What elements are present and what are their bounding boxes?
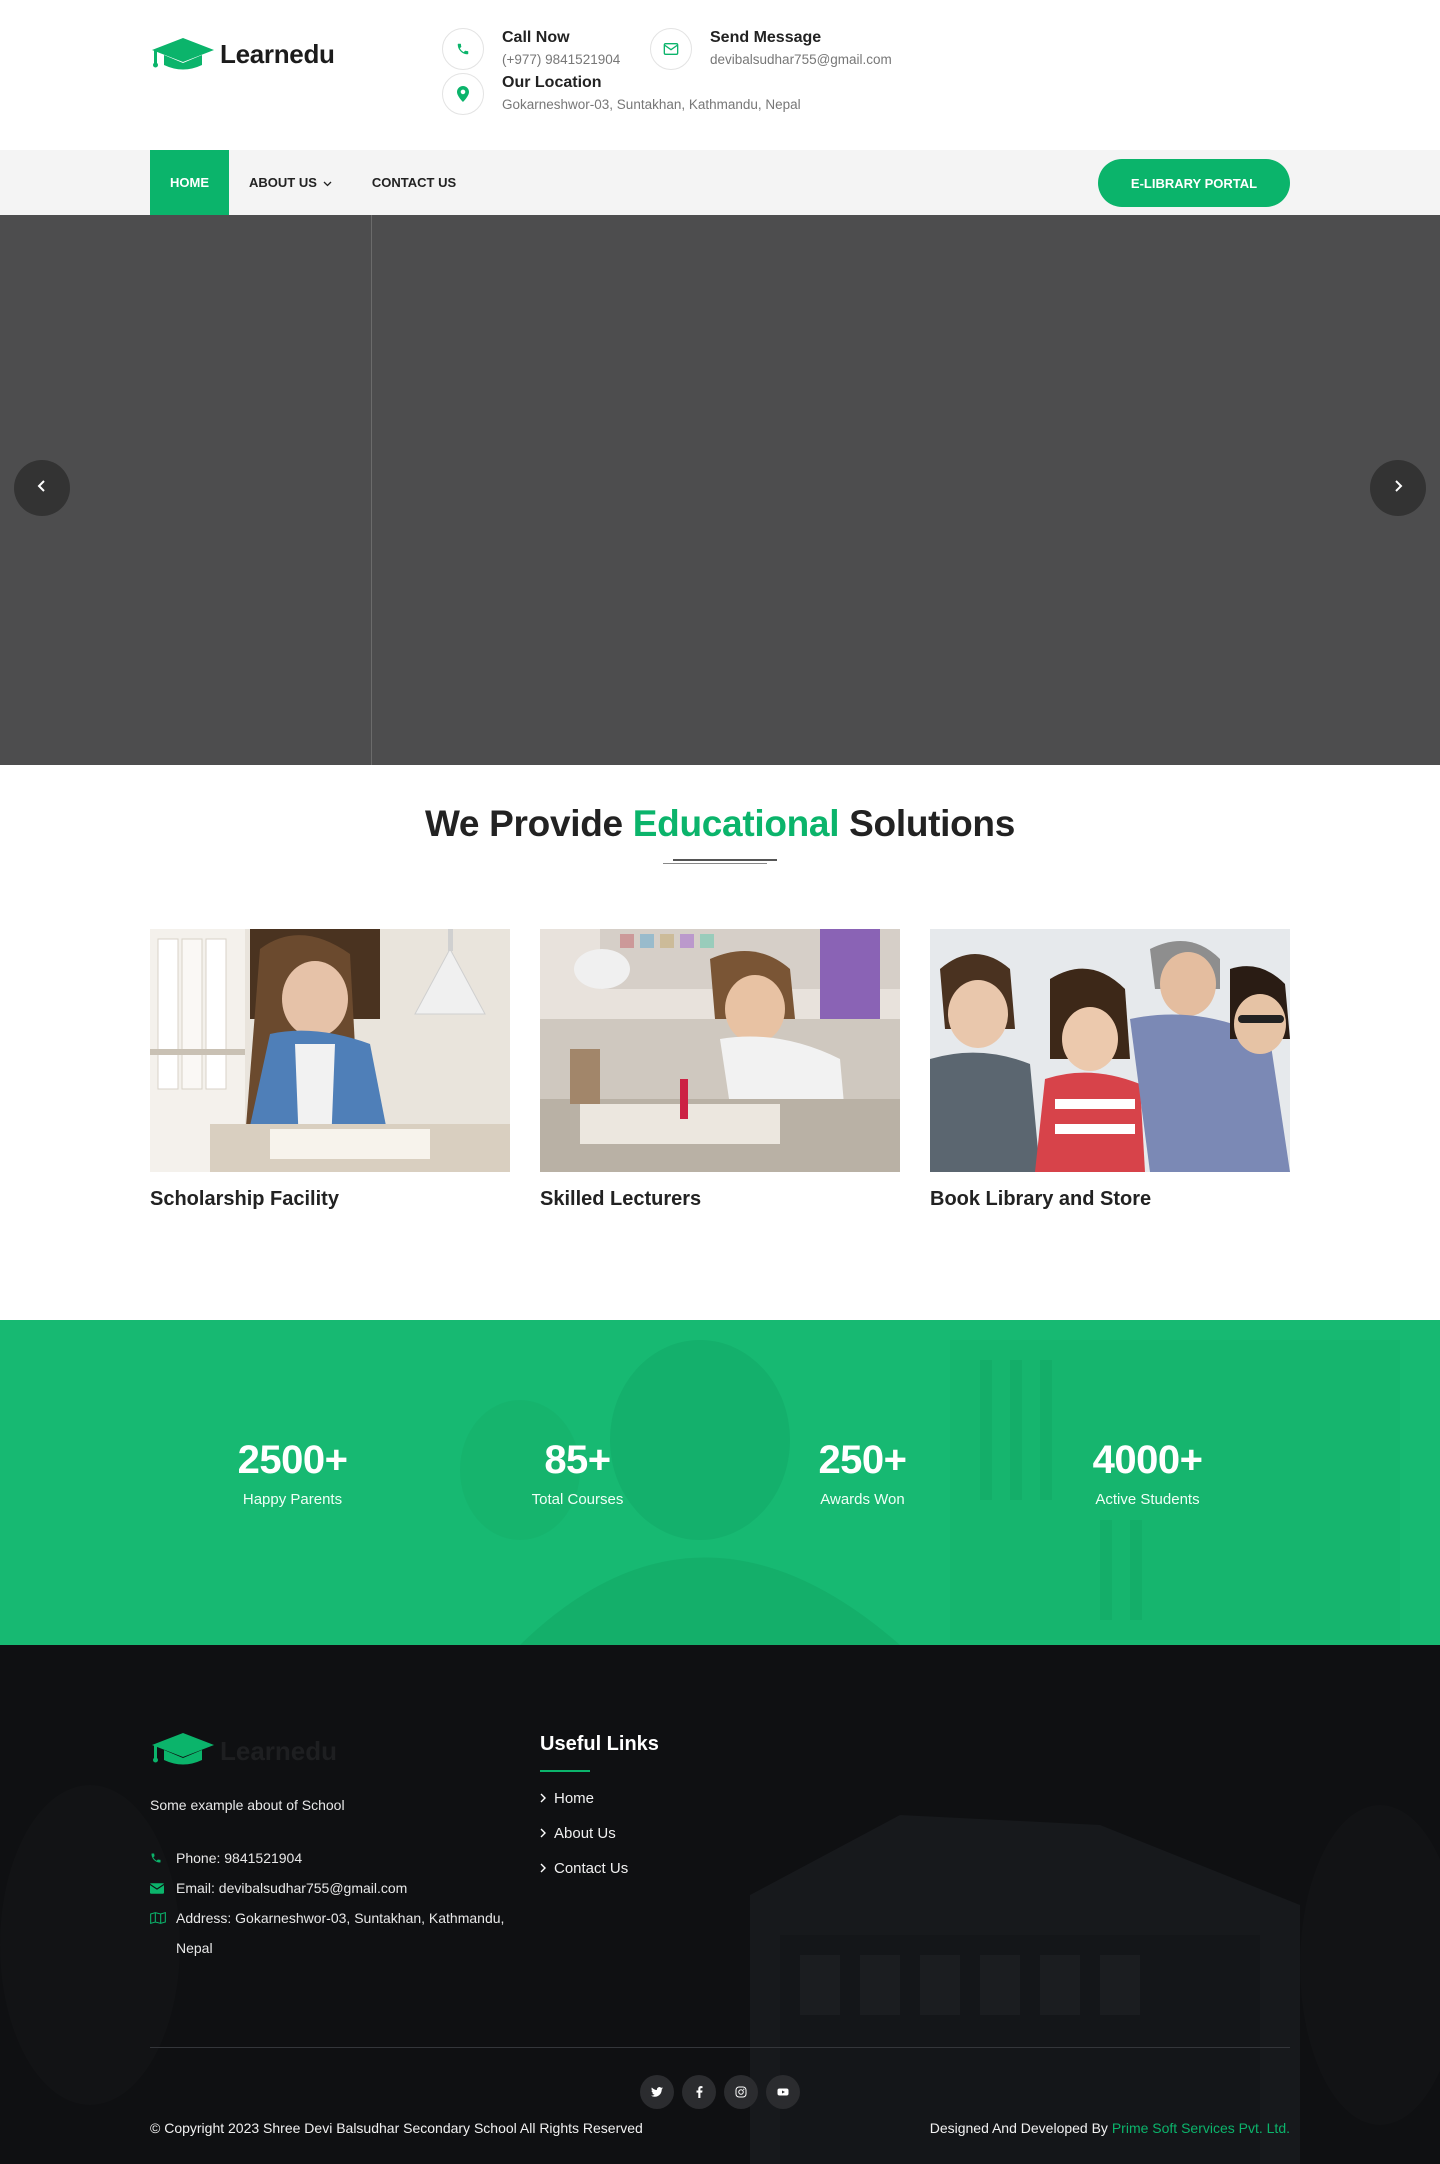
nav-home[interactable]: HOME	[150, 150, 229, 215]
graduation-cap-icon	[150, 1731, 216, 1772]
footer-link-label: Contact Us	[554, 1860, 629, 1877]
counter-number: 2500+	[237, 1438, 348, 1482]
slider-next-button[interactable]	[1370, 460, 1426, 516]
nav-contact-us[interactable]: CONTACT US	[352, 150, 476, 215]
counter-number: 250+	[818, 1438, 907, 1482]
instagram-icon[interactable]	[724, 2075, 758, 2109]
footer-link-label: About Us	[554, 1825, 616, 1842]
counter-active-students: 4000+ Active Students	[1005, 1438, 1290, 1508]
footer-address: Address: Gokarneshwor-03, Suntakhan, Kat…	[150, 1903, 520, 1963]
footer-address-text: Address: Gokarneshwor-03, Suntakhan, Kat…	[176, 1910, 505, 1956]
footer-divider	[150, 2047, 1290, 2048]
counter-label: Active Students	[1095, 1491, 1200, 1508]
copyright-text: © Copyright 2023 Shree Devi Balsudhar Se…	[150, 2120, 643, 2136]
card-title[interactable]: Book Library and Store	[930, 1188, 1290, 1211]
phone-icon	[150, 1843, 172, 1873]
e-library-portal-button[interactable]: E-LIBRARY PORTAL	[1098, 159, 1290, 207]
footer-contact-list: Phone: 9841521904 Email: devibalsudhar75…	[150, 1843, 520, 1963]
useful-links: Useful Links Home About Us Contact Us	[540, 1733, 659, 1877]
footer-logo[interactable]: Learnedu	[150, 1731, 337, 1772]
title-underline	[663, 859, 777, 865]
logo-text: Learnedu	[220, 38, 335, 69]
map-pin-icon	[442, 73, 484, 115]
twitter-icon[interactable]	[640, 2075, 674, 2109]
footer-link-home[interactable]: Home	[540, 1790, 659, 1807]
card-image-group-learning[interactable]	[930, 929, 1290, 1172]
chevron-left-icon	[36, 478, 48, 499]
graduation-cap-icon	[150, 36, 216, 72]
call-number[interactable]: (+977) 9841521904	[502, 50, 620, 70]
contact-message: Send Message devibalsudhar755@gmail.com	[650, 28, 892, 70]
footer-email-text[interactable]: Email: devibalsudhar755@gmail.com	[176, 1873, 407, 1903]
solution-card[interactable]: Book Library and Store	[930, 929, 1290, 1211]
solutions-section: We Provide Educational Solutions Scholar…	[0, 765, 1440, 1320]
nav-about-us[interactable]: ABOUT US	[229, 150, 352, 215]
site-footer: Learnedu Some example about of School Ph…	[0, 1645, 1440, 2164]
phone-icon	[442, 28, 484, 70]
chevron-right-icon	[1392, 478, 1404, 499]
counter-total-courses: 85+ Total Courses	[435, 1438, 720, 1508]
message-title: Send Message	[710, 29, 822, 46]
nav-about-label: ABOUT US	[249, 175, 317, 190]
counter-label: Total Courses	[531, 1491, 624, 1508]
solution-card[interactable]: Scholarship Facility	[150, 929, 510, 1211]
card-image-student-studying[interactable]	[150, 929, 510, 1172]
location-title: Our Location	[502, 74, 602, 91]
hero-slider	[0, 215, 1440, 765]
solution-card[interactable]: Skilled Lecturers	[540, 929, 900, 1211]
counter-label: Awards Won	[820, 1491, 905, 1508]
chevron-down-icon	[323, 175, 332, 190]
slider-prev-button[interactable]	[14, 460, 70, 516]
chevron-right-icon	[540, 1790, 546, 1807]
footer-logo-text: Learnedu	[220, 1736, 338, 1766]
slide-divider	[371, 215, 372, 765]
footer-phone-text: Phone: 9841521904	[176, 1850, 303, 1866]
location-address: Gokarneshwor-03, Suntakhan, Kathmandu, N…	[502, 97, 801, 112]
counter-number: 4000+	[1092, 1438, 1203, 1482]
main-nav: HOME ABOUT US CONTACT US E-LIBRARY PORTA…	[0, 150, 1440, 215]
counter-label: Happy Parents	[242, 1491, 343, 1508]
call-title: Call Now	[502, 29, 570, 46]
counter-awards-won: 250+ Awards Won	[720, 1438, 1005, 1508]
social-links	[640, 2075, 800, 2109]
links-title-underline	[540, 1770, 590, 1772]
title-highlight: Educational	[632, 803, 840, 844]
counter-number: 85+	[544, 1438, 611, 1482]
footer-link-contact-us[interactable]: Contact Us	[540, 1860, 659, 1877]
contact-location: Our Location Gokarneshwor-03, Suntakhan,…	[442, 73, 801, 115]
envelope-icon	[650, 28, 692, 70]
footer-email: Email: devibalsudhar755@gmail.com	[150, 1873, 520, 1903]
chevron-right-icon	[540, 1860, 546, 1877]
credits-prefix: Designed And Developed By	[929, 2120, 1108, 2136]
footer-link-label: Home	[554, 1790, 595, 1807]
message-email[interactable]: devibalsudhar755@gmail.com	[710, 50, 892, 70]
useful-links-title: Useful Links	[540, 1733, 659, 1755]
solution-cards: Scholarship Facility Skilled Lecturers B…	[150, 929, 1290, 1211]
credits-link[interactable]: Prime Soft Services Pvt. Ltd.	[1112, 2120, 1290, 2136]
contact-call: Call Now (+977) 9841521904	[442, 28, 620, 70]
card-title[interactable]: Scholarship Facility	[150, 1188, 510, 1211]
map-icon	[150, 1903, 172, 1933]
footer-about-text: Some example about of School	[150, 1797, 345, 1813]
card-title[interactable]: Skilled Lecturers	[540, 1188, 900, 1211]
envelope-icon	[150, 1873, 172, 1903]
title-prefix: We Provide	[424, 803, 623, 844]
title-suffix: Solutions	[849, 803, 1016, 844]
card-image-student-drawing[interactable]	[540, 929, 900, 1172]
youtube-icon[interactable]	[766, 2075, 800, 2109]
chevron-right-icon	[540, 1825, 546, 1842]
site-logo[interactable]: Learnedu	[150, 36, 335, 72]
top-header: Learnedu Call Now (+977) 9841521904 Send…	[0, 0, 1440, 150]
credits: Designed And Developed By Prime Soft Ser…	[930, 2120, 1290, 2136]
counters-section: 2500+ Happy Parents 85+ Total Courses 25…	[0, 1320, 1440, 1645]
counter-happy-parents: 2500+ Happy Parents	[150, 1438, 435, 1508]
footer-phone: Phone: 9841521904	[150, 1843, 520, 1873]
footer-link-about-us[interactable]: About Us	[540, 1825, 659, 1842]
facebook-icon[interactable]	[682, 2075, 716, 2109]
section-title: We Provide Educational Solutions	[150, 803, 1290, 845]
